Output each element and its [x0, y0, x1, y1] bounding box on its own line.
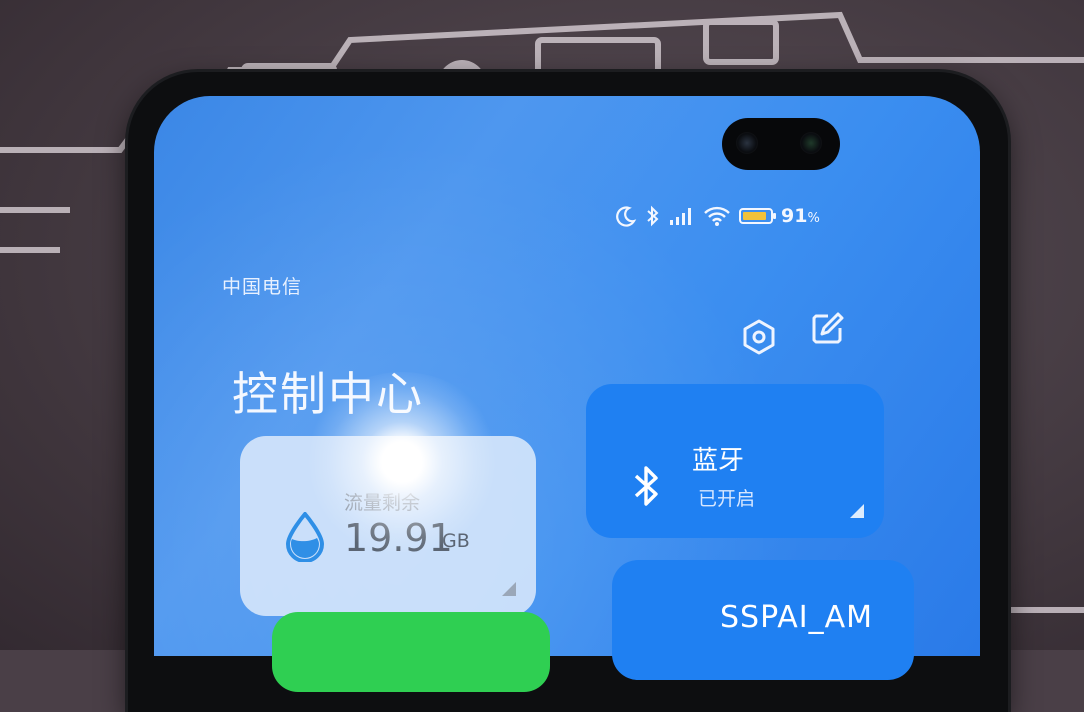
expand-corner-icon	[502, 582, 516, 596]
bluetooth-icon	[645, 204, 661, 228]
wifi-icon	[703, 205, 731, 227]
battery-percentage: 91%	[781, 205, 820, 227]
signal-icon	[669, 206, 695, 226]
edit-button[interactable]	[808, 310, 846, 348]
bluetooth-state: 已开启	[698, 488, 756, 510]
battery-unit: %	[807, 211, 820, 226]
data-remaining-value: 19.91	[344, 516, 453, 560]
wifi-ssid: SSPAI_AM	[720, 600, 874, 635]
battery-fill	[743, 212, 767, 220]
battery-value: 91	[781, 205, 808, 227]
data-label: 流量剩余	[344, 492, 421, 514]
water-drop-icon	[285, 512, 325, 562]
bluetooth-icon	[634, 466, 658, 506]
bluetooth-label: 蓝牙	[692, 446, 745, 476]
moon-icon	[615, 205, 637, 227]
camera-lens-icon	[736, 132, 758, 154]
edit-icon	[812, 312, 844, 344]
status-bar-icons: 91%	[615, 196, 820, 236]
expand-corner-icon	[850, 504, 864, 518]
page-title: 控制中心	[232, 367, 424, 421]
settings-hexagon-icon	[743, 319, 775, 355]
bluetooth-tile[interactable]: 蓝牙 已开启	[586, 384, 884, 538]
wifi-tile[interactable]: SSPAI_AM	[612, 560, 914, 680]
battery-icon	[739, 208, 776, 224]
mobile-data-tile[interactable]	[272, 612, 550, 692]
camera-lens-icon	[800, 132, 822, 154]
data-usage-tile[interactable]: 流量剩余 19.91 GB	[240, 436, 536, 616]
front-camera-cutout	[722, 118, 840, 170]
settings-button[interactable]	[740, 318, 778, 356]
carrier-label: 中国电信	[222, 276, 303, 298]
data-unit: GB	[442, 530, 470, 552]
